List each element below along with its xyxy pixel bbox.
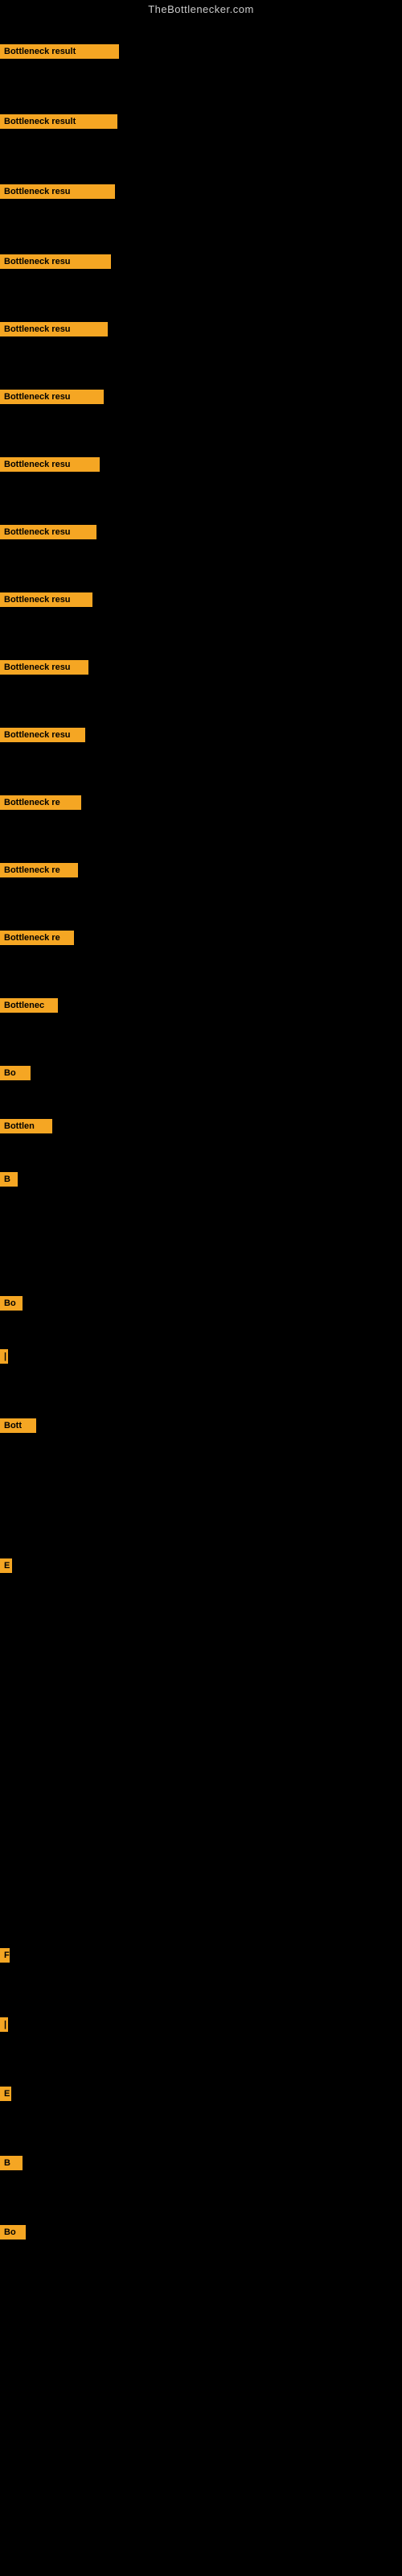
bar-label: Bottleneck result [0, 114, 117, 129]
bar-row: Bottleneck resu [0, 525, 96, 539]
bar-row: Bottlen [0, 1119, 52, 1133]
bar-label: Bottleneck re [0, 795, 81, 810]
bar-row: Bott [0, 1418, 36, 1433]
bar-label: Bottleneck re [0, 931, 74, 945]
bar-label: Bo [0, 1066, 31, 1080]
bar-row: Bottleneck resu [0, 184, 115, 199]
bar-label: Bottleneck resu [0, 525, 96, 539]
bar-row: Bottleneck resu [0, 660, 88, 675]
bar-row: Bottleneck resu [0, 322, 108, 336]
bar-label: E [0, 1558, 12, 1573]
bar-label: Bottleneck re [0, 863, 78, 877]
bar-row: Bo [0, 1296, 23, 1311]
bar-row: B [0, 1172, 18, 1187]
bar-row: F [0, 1948, 10, 1963]
bar-label: B [0, 2156, 23, 2170]
bar-label: B [0, 1172, 18, 1187]
bar-row: Bottlenec [0, 998, 58, 1013]
bar-row: Bottleneck result [0, 44, 119, 59]
bar-row: | [0, 2017, 8, 2032]
bar-row: Bottleneck resu [0, 457, 100, 472]
bar-label: Bottleneck resu [0, 184, 115, 199]
bar-label: Bottleneck result [0, 44, 119, 59]
bar-label: Bottleneck resu [0, 322, 108, 336]
bar-row: Bottleneck resu [0, 390, 104, 404]
bar-row: E [0, 2087, 11, 2101]
bar-label: Bott [0, 1418, 36, 1433]
bar-row: Bo [0, 2225, 26, 2240]
bar-label: Bo [0, 1296, 23, 1311]
bar-label: Bottleneck resu [0, 728, 85, 742]
bar-row: Bottleneck resu [0, 728, 85, 742]
bar-row: B [0, 2156, 23, 2170]
bar-label: F [0, 1948, 10, 1963]
bar-label: Bottlen [0, 1119, 52, 1133]
bar-row: E [0, 1558, 12, 1573]
bar-label: Bottleneck resu [0, 457, 100, 472]
bar-row: Bottleneck re [0, 863, 78, 877]
bar-row: | [0, 1349, 8, 1364]
bar-row: Bottleneck result [0, 114, 117, 129]
bar-row: Bo [0, 1066, 31, 1080]
bar-label: Bottleneck resu [0, 592, 92, 607]
bar-row: Bottleneck re [0, 931, 74, 945]
site-title: TheBottlenecker.com [0, 0, 402, 20]
bar-label: E [0, 2087, 11, 2101]
bar-label: | [0, 2017, 8, 2032]
bar-label: Bottleneck resu [0, 254, 111, 269]
bar-row: Bottleneck resu [0, 254, 111, 269]
bar-label: Bottleneck resu [0, 660, 88, 675]
bar-label: Bottleneck resu [0, 390, 104, 404]
bar-row: Bottleneck re [0, 795, 81, 810]
bar-label: | [0, 1349, 8, 1364]
bar-label: Bo [0, 2225, 26, 2240]
bar-label: Bottlenec [0, 998, 58, 1013]
bar-row: Bottleneck resu [0, 592, 92, 607]
